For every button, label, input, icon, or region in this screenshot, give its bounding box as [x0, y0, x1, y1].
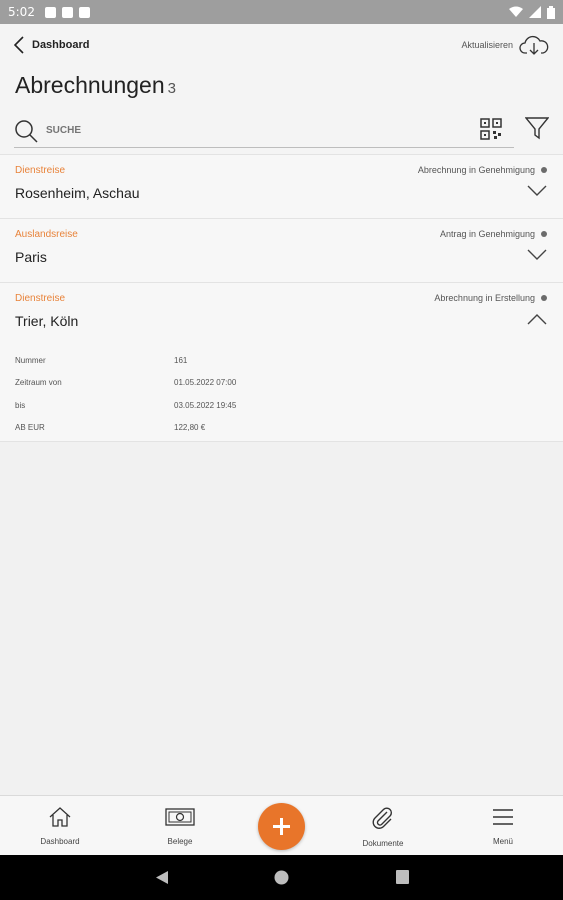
detail-label: AB EUR [15, 423, 45, 433]
nav-label: Menü [492, 837, 513, 846]
nav-dokumente[interactable]: Dokumente [338, 806, 428, 848]
filter-icon[interactable] [525, 116, 549, 140]
paperclip-icon [372, 807, 393, 829]
back-label: Dashboard [32, 39, 90, 51]
item-status: Abrechnung in Erstellung [434, 293, 535, 303]
nav-label: Belege [167, 837, 193, 846]
signal-icon [529, 6, 541, 18]
status-dot-icon [541, 167, 547, 173]
item-category: Auslandsreise [15, 229, 78, 240]
add-button[interactable] [258, 803, 305, 850]
chevron-down-icon[interactable] [527, 249, 547, 261]
system-navigation-bar [0, 855, 563, 900]
detail-label: Nummer [15, 355, 46, 365]
detail-label: bis [15, 400, 26, 410]
page-title-text: Abrechnungen [15, 72, 165, 98]
item-category: Dienstreise [15, 165, 66, 176]
app-header: Dashboard Aktualisieren Abrechnungen 3 [0, 24, 563, 154]
chevron-up-icon[interactable] [527, 313, 547, 325]
search-bar [14, 114, 514, 148]
item-name: Rosenheim, Aschau [15, 185, 140, 201]
detail-row: bis 03.05.2022 19:45 [15, 394, 315, 417]
refresh-button[interactable]: Aktualisieren [461, 34, 549, 56]
status-dot-icon [541, 295, 547, 301]
item-details: Nummer 161 Zeitraum von 01.05.2022 07:00… [15, 349, 315, 439]
item-category: Dienstreise [15, 293, 66, 304]
list-item[interactable]: Dienstreise Abrechnung in Erstellung Tri… [0, 282, 563, 442]
detail-value: 161 [174, 355, 188, 365]
nav-label: Dashboard [40, 837, 80, 846]
status-time: 5:02 [8, 5, 35, 19]
page-title: Abrechnungen 3 [15, 72, 176, 99]
detail-row: Zeitraum von 01.05.2022 07:00 [15, 372, 315, 395]
detail-label: Zeitraum von [15, 378, 62, 388]
status-dot-icon [541, 231, 547, 237]
nav-menu[interactable]: Menü [458, 806, 548, 846]
recents-square-icon[interactable] [396, 870, 409, 884]
bottom-navigation: Dashboard Belege Dokumente Menü [0, 795, 563, 855]
item-status: Antrag in Genehmigung [439, 229, 535, 239]
back-button[interactable]: Dashboard [14, 36, 89, 54]
cloud-download-icon [519, 35, 549, 55]
notification-icon [61, 6, 73, 18]
detail-value: 01.05.2022 07:00 [174, 378, 237, 388]
search-icon [15, 119, 38, 143]
list-item[interactable]: Dienstreise Abrechnung in Genehmigung Ro… [0, 154, 563, 218]
item-name: Paris [15, 249, 47, 265]
detail-row: Nummer 161 [15, 349, 315, 372]
notification-icon [44, 6, 56, 18]
notification-icon [78, 6, 90, 18]
result-count: 3 [167, 80, 176, 97]
detail-value: 122,80 € [174, 423, 206, 433]
battery-icon [547, 5, 555, 19]
qr-code-icon[interactable] [480, 118, 502, 140]
list-item[interactable]: Auslandsreise Antrag in Genehmigung Pari… [0, 218, 563, 282]
home-circle-icon[interactable] [274, 870, 289, 885]
item-name: Trier, Köln [15, 313, 79, 329]
wifi-icon [509, 6, 523, 17]
search-input[interactable] [46, 125, 346, 136]
detail-row: AB EUR 122,80 € [15, 417, 315, 440]
plus-icon-stem [280, 818, 283, 835]
item-status: Abrechnung in Genehmigung [417, 165, 535, 175]
back-triangle-icon[interactable] [155, 870, 169, 885]
chevron-down-icon[interactable] [527, 185, 547, 197]
nav-label: Dokumente [362, 839, 404, 848]
detail-value: 03.05.2022 19:45 [174, 400, 237, 410]
nav-belege[interactable]: Belege [135, 806, 225, 846]
expense-report-list: Dienstreise Abrechnung in Genehmigung Ro… [0, 154, 563, 442]
home-icon [49, 807, 71, 827]
status-bar: 5:02 [0, 0, 563, 24]
banknote-icon [165, 808, 195, 826]
refresh-label: Aktualisieren [461, 40, 513, 50]
hamburger-menu-icon [493, 809, 513, 825]
nav-dashboard[interactable]: Dashboard [15, 806, 105, 846]
chevron-left-icon [14, 36, 24, 54]
